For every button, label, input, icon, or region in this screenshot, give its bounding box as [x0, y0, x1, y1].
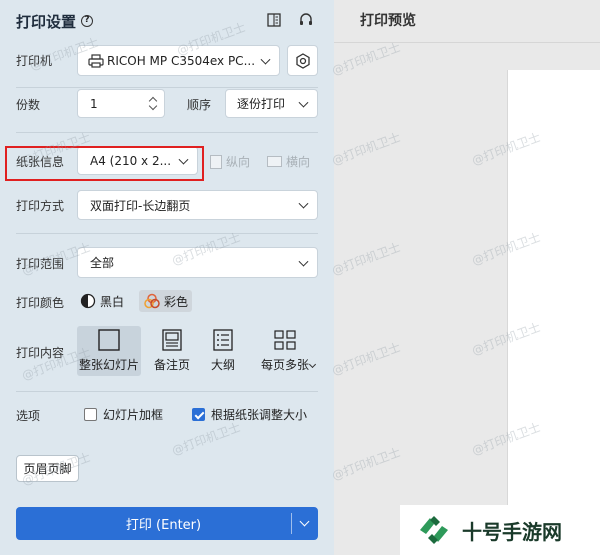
layout-icon[interactable]: [266, 12, 282, 28]
bw-label: 黑白: [100, 294, 125, 309]
notes-page-icon: [162, 329, 182, 351]
printer-select[interactable]: RICOH MP C3504ex PC...: [77, 45, 280, 76]
portrait-label: 纵向: [226, 155, 251, 169]
print-mode-label: 打印方式: [16, 199, 65, 213]
color-option-label: 彩色: [164, 294, 189, 309]
content-option-outline[interactable]: 大纲: [191, 326, 255, 376]
fit-label: 根据纸张调整大小: [211, 408, 308, 422]
preview-title: 打印预览: [360, 13, 416, 29]
content-option-full-slide[interactable]: 整张幻灯片: [77, 326, 141, 376]
page-title: 打印设置: [16, 12, 77, 31]
chevron-down-icon[interactable]: [292, 507, 318, 540]
checkbox-icon: [84, 408, 97, 421]
printer-label: 打印机: [16, 54, 53, 68]
divider: [16, 233, 318, 234]
order-label: 顺序: [187, 98, 212, 112]
printer-value: RICOH MP C3504ex PC...: [107, 53, 256, 68]
half-circle-icon: [80, 293, 96, 309]
print-mode-value: 双面打印-长边翻页: [90, 198, 191, 213]
content-option-multi[interactable]: 每页多张: [250, 326, 320, 376]
frame-label: 幻灯片加框: [103, 408, 164, 422]
color-label: 打印颜色: [16, 296, 65, 310]
brand-name: 十号手游网: [462, 519, 562, 544]
print-mode-select[interactable]: 双面打印-长边翻页: [77, 190, 318, 220]
divider: [16, 391, 318, 392]
print-button-label: 打印 (Enter): [125, 518, 202, 533]
copies-label: 份数: [16, 98, 41, 112]
divider: [16, 132, 318, 133]
outline-icon: [213, 329, 233, 351]
content-label: 打印内容: [16, 346, 65, 360]
brand-overlay: 十号手游网: [400, 505, 600, 555]
options-label: 选项: [16, 409, 41, 423]
multi-page-icon: [274, 330, 296, 350]
content-option-label: 备注页: [153, 358, 190, 372]
content-option-label: 整张幻灯片: [78, 358, 139, 372]
checkbox-checked-icon: [192, 408, 205, 421]
headset-icon[interactable]: [298, 12, 314, 28]
print-preview-panel: 打印预览: [334, 0, 600, 555]
bw-option[interactable]: 黑白: [80, 290, 124, 312]
frame-checkbox[interactable]: 幻灯片加框: [84, 406, 163, 423]
full-slide-icon: [98, 329, 120, 351]
landscape-page-icon: [267, 156, 282, 167]
preview-page: [507, 70, 600, 555]
range-label: 打印范围: [16, 257, 65, 271]
highlight-box: [5, 146, 204, 181]
copies-stepper[interactable]: 1: [77, 89, 165, 118]
chevron-down-icon: [308, 360, 317, 369]
hexagon-gear-icon: [295, 52, 310, 69]
color-option[interactable]: 彩色: [139, 290, 193, 312]
print-settings-panel: 打印设置 ? 打印机 RICOH MP C3504ex PC... 份数 1 顺…: [0, 0, 334, 555]
range-select[interactable]: 全部: [77, 247, 318, 278]
help-icon[interactable]: ?: [81, 15, 94, 27]
divider: [334, 42, 600, 43]
range-value: 全部: [90, 256, 115, 270]
content-option-label: 每页多张: [260, 358, 309, 372]
color-circles-icon: [144, 293, 160, 309]
order-select[interactable]: 逐份打印: [225, 89, 318, 118]
fit-to-paper-checkbox[interactable]: 根据纸张调整大小: [192, 406, 307, 423]
printer-icon: [88, 53, 104, 68]
printer-settings-button[interactable]: [287, 45, 318, 76]
portrait-option[interactable]: 纵向: [210, 153, 250, 170]
content-option-label: 大纲: [210, 358, 235, 372]
landscape-option[interactable]: 横向: [267, 153, 310, 170]
settings-header: 打印设置 ?: [16, 10, 94, 32]
landscape-label: 横向: [286, 155, 311, 169]
print-button[interactable]: 打印 (Enter): [16, 507, 318, 540]
portrait-page-icon: [210, 154, 222, 169]
header-footer-button[interactable]: 页眉页脚: [16, 455, 79, 482]
divider: [16, 87, 318, 88]
brand-logo-icon: [420, 516, 448, 544]
